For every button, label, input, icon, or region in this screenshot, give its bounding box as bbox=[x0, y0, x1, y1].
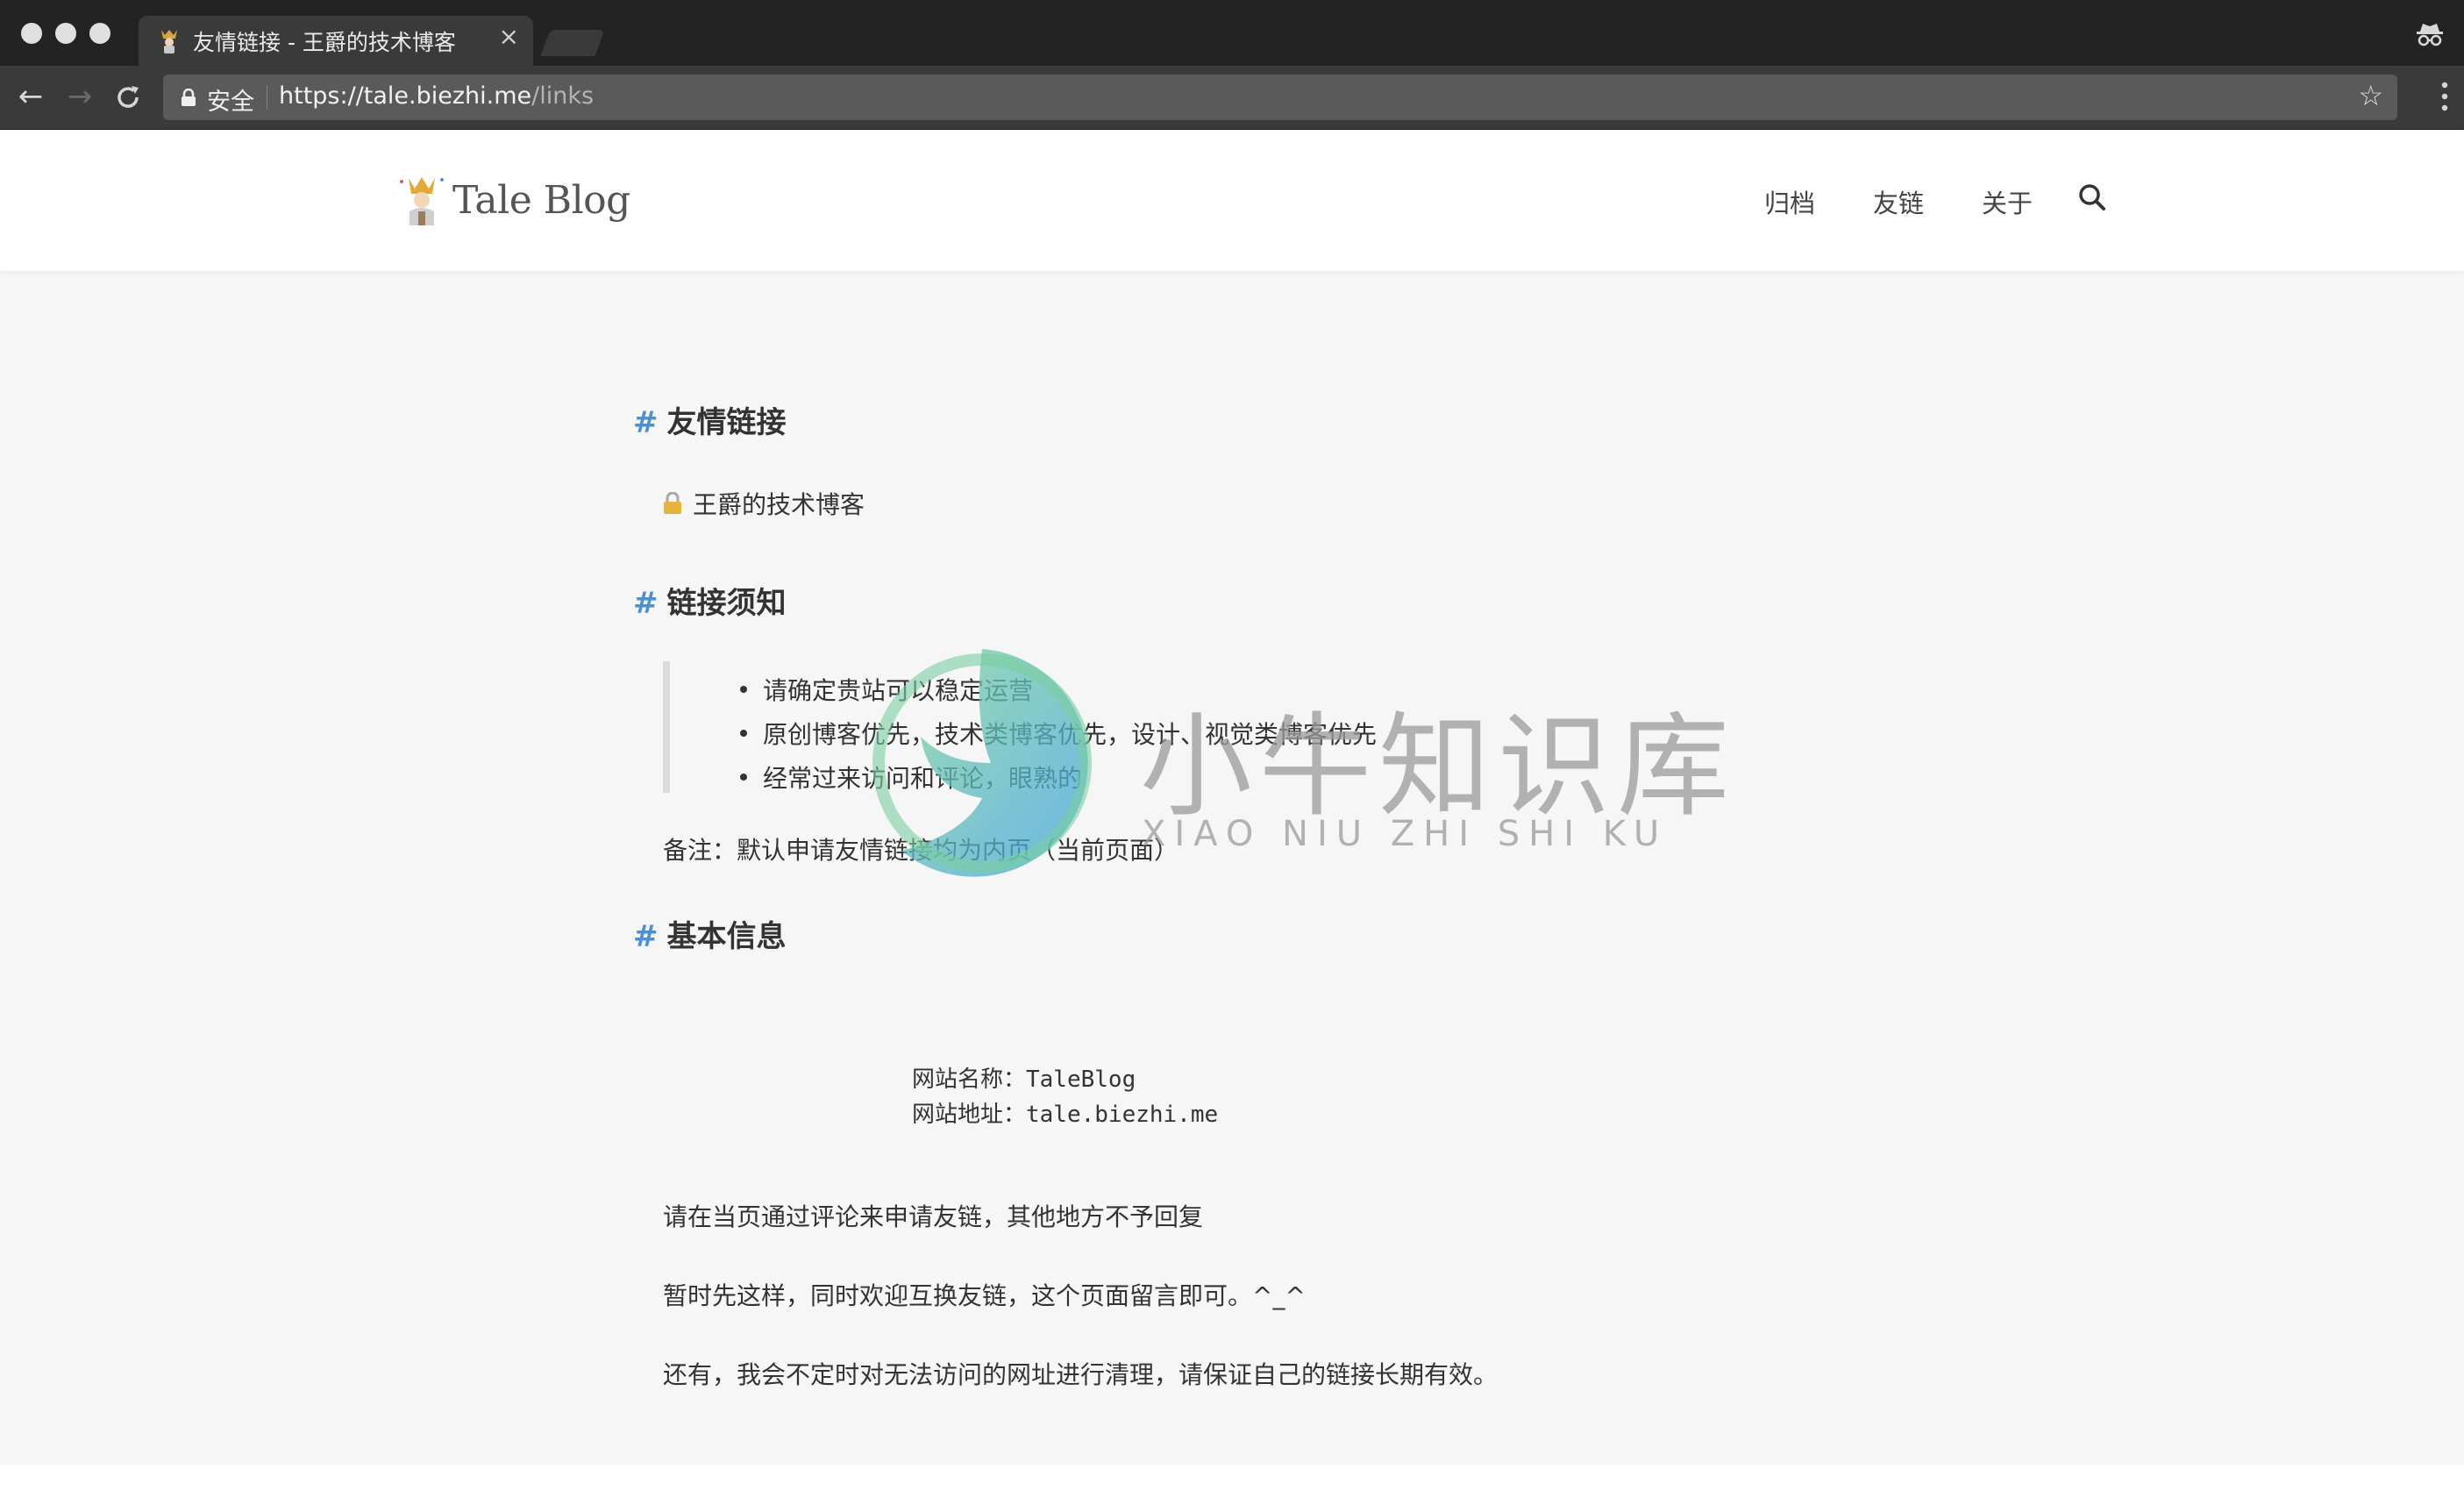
nav-about[interactable]: 关于 bbox=[1982, 183, 2033, 220]
nav-links[interactable]: 友链 bbox=[1873, 183, 1924, 220]
rule-item: 经常过来访问和评论，眼熟的 bbox=[739, 760, 1082, 795]
browser-tab-active[interactable]: 友情链接 - 王爵的技术博客 × bbox=[139, 16, 533, 66]
watermark-en-text: XIAO NIU ZHI SHI KU bbox=[1142, 814, 1669, 854]
window-maximize-dot[interactable] bbox=[89, 23, 110, 44]
note-text: 备注：默认申请友情链接均为内页（当前页面） bbox=[663, 836, 1179, 865]
lock-icon bbox=[182, 89, 196, 106]
rule-item: 请确定贵站可以稳定运营 bbox=[739, 672, 1033, 707]
site-logo[interactable]: Tale Blog bbox=[396, 169, 630, 231]
search-icon[interactable] bbox=[2076, 182, 2108, 213]
url-text[interactable]: https://tale.biezhi.me/links bbox=[279, 82, 594, 110]
logo-icon bbox=[400, 177, 444, 225]
cleanup-notice-text: 还有，我会不定时对无法访问的网址进行清理，请保证自己的链接长期有效。 bbox=[663, 1360, 1499, 1389]
tab-close-icon[interactable]: × bbox=[499, 25, 519, 49]
reload-icon[interactable] bbox=[114, 83, 142, 111]
exchange-text: 暂时先这样，同时欢迎互换友链，这个页面留言即可。^_^ bbox=[663, 1281, 1306, 1310]
heading-anchor[interactable]: # bbox=[633, 919, 659, 954]
url-host: https://tale.biezhi.me bbox=[279, 82, 532, 110]
section-title-basic-info: # 基本信息 bbox=[633, 912, 787, 955]
secure-label: 安全 bbox=[207, 89, 254, 116]
friend-link-item[interactable]: 王爵的技术博客 bbox=[663, 486, 865, 521]
browser-toolbar: ← → 安全 https://tale.biezhi.me/links ☆ bbox=[0, 66, 2464, 130]
page-content: # 友情链接 王爵的技术博客 # 链接须知 请确定贵站可以稳定运营 原创博客优先，技… bbox=[0, 272, 2464, 1465]
section-title-text: 基本信息 bbox=[666, 919, 787, 954]
friend-link-text: 王爵的技术博客 bbox=[693, 490, 865, 519]
page-footer-strip bbox=[0, 1465, 2464, 1505]
browser-titlebar: 友情链接 - 王爵的技术博客 × bbox=[0, 0, 2464, 66]
apply-instruction-text: 请在当页通过评论来申请友链，其他地方不予回复 bbox=[663, 1202, 1204, 1231]
forward-icon[interactable]: → bbox=[63, 80, 96, 113]
section-title-text: 友情链接 bbox=[666, 405, 787, 440]
menu-icon[interactable] bbox=[2441, 82, 2448, 111]
heading-anchor[interactable]: # bbox=[633, 586, 659, 621]
section-title-friend-links: # 友情链接 bbox=[633, 398, 787, 441]
site-header: Tale Blog 归档 友链 关于 bbox=[0, 131, 2464, 271]
section-title-link-rules: # 链接须知 bbox=[633, 579, 787, 622]
nav-archive[interactable]: 归档 bbox=[1764, 183, 1815, 220]
section-title-text: 链接须知 bbox=[666, 586, 787, 621]
rule-item: 原创博客优先，技术类博客优先，设计、视觉类博客优先 bbox=[739, 716, 1377, 751]
rules-blockquote: 请确定贵站可以稳定运营 原创博客优先，技术类博客优先，设计、视觉类博客优先 经常… bbox=[663, 661, 1452, 793]
site-name-line: 网站名称：TaleBlog bbox=[912, 1066, 1136, 1093]
lock-emoji-icon bbox=[664, 492, 681, 514]
incognito-icon bbox=[2417, 24, 2443, 46]
tab-title: 友情链接 - 王爵的技术博客 bbox=[193, 30, 456, 55]
new-tab-button[interactable] bbox=[540, 30, 605, 56]
window-close-dot[interactable] bbox=[21, 23, 42, 44]
heading-anchor[interactable]: # bbox=[633, 405, 659, 440]
bookmark-star-icon[interactable]: ☆ bbox=[2358, 82, 2383, 110]
url-path: /links bbox=[531, 82, 595, 110]
back-icon[interactable]: ← bbox=[14, 80, 47, 113]
window-minimize-dot[interactable] bbox=[55, 23, 76, 44]
address-bar[interactable]: 安全 https://tale.biezhi.me/links ☆ bbox=[163, 75, 2397, 120]
site-url-line: 网站地址：tale.biezhi.me bbox=[912, 1102, 1219, 1128]
logo-text: Tale Blog bbox=[452, 177, 630, 223]
tale-favicon-icon bbox=[161, 30, 177, 53]
